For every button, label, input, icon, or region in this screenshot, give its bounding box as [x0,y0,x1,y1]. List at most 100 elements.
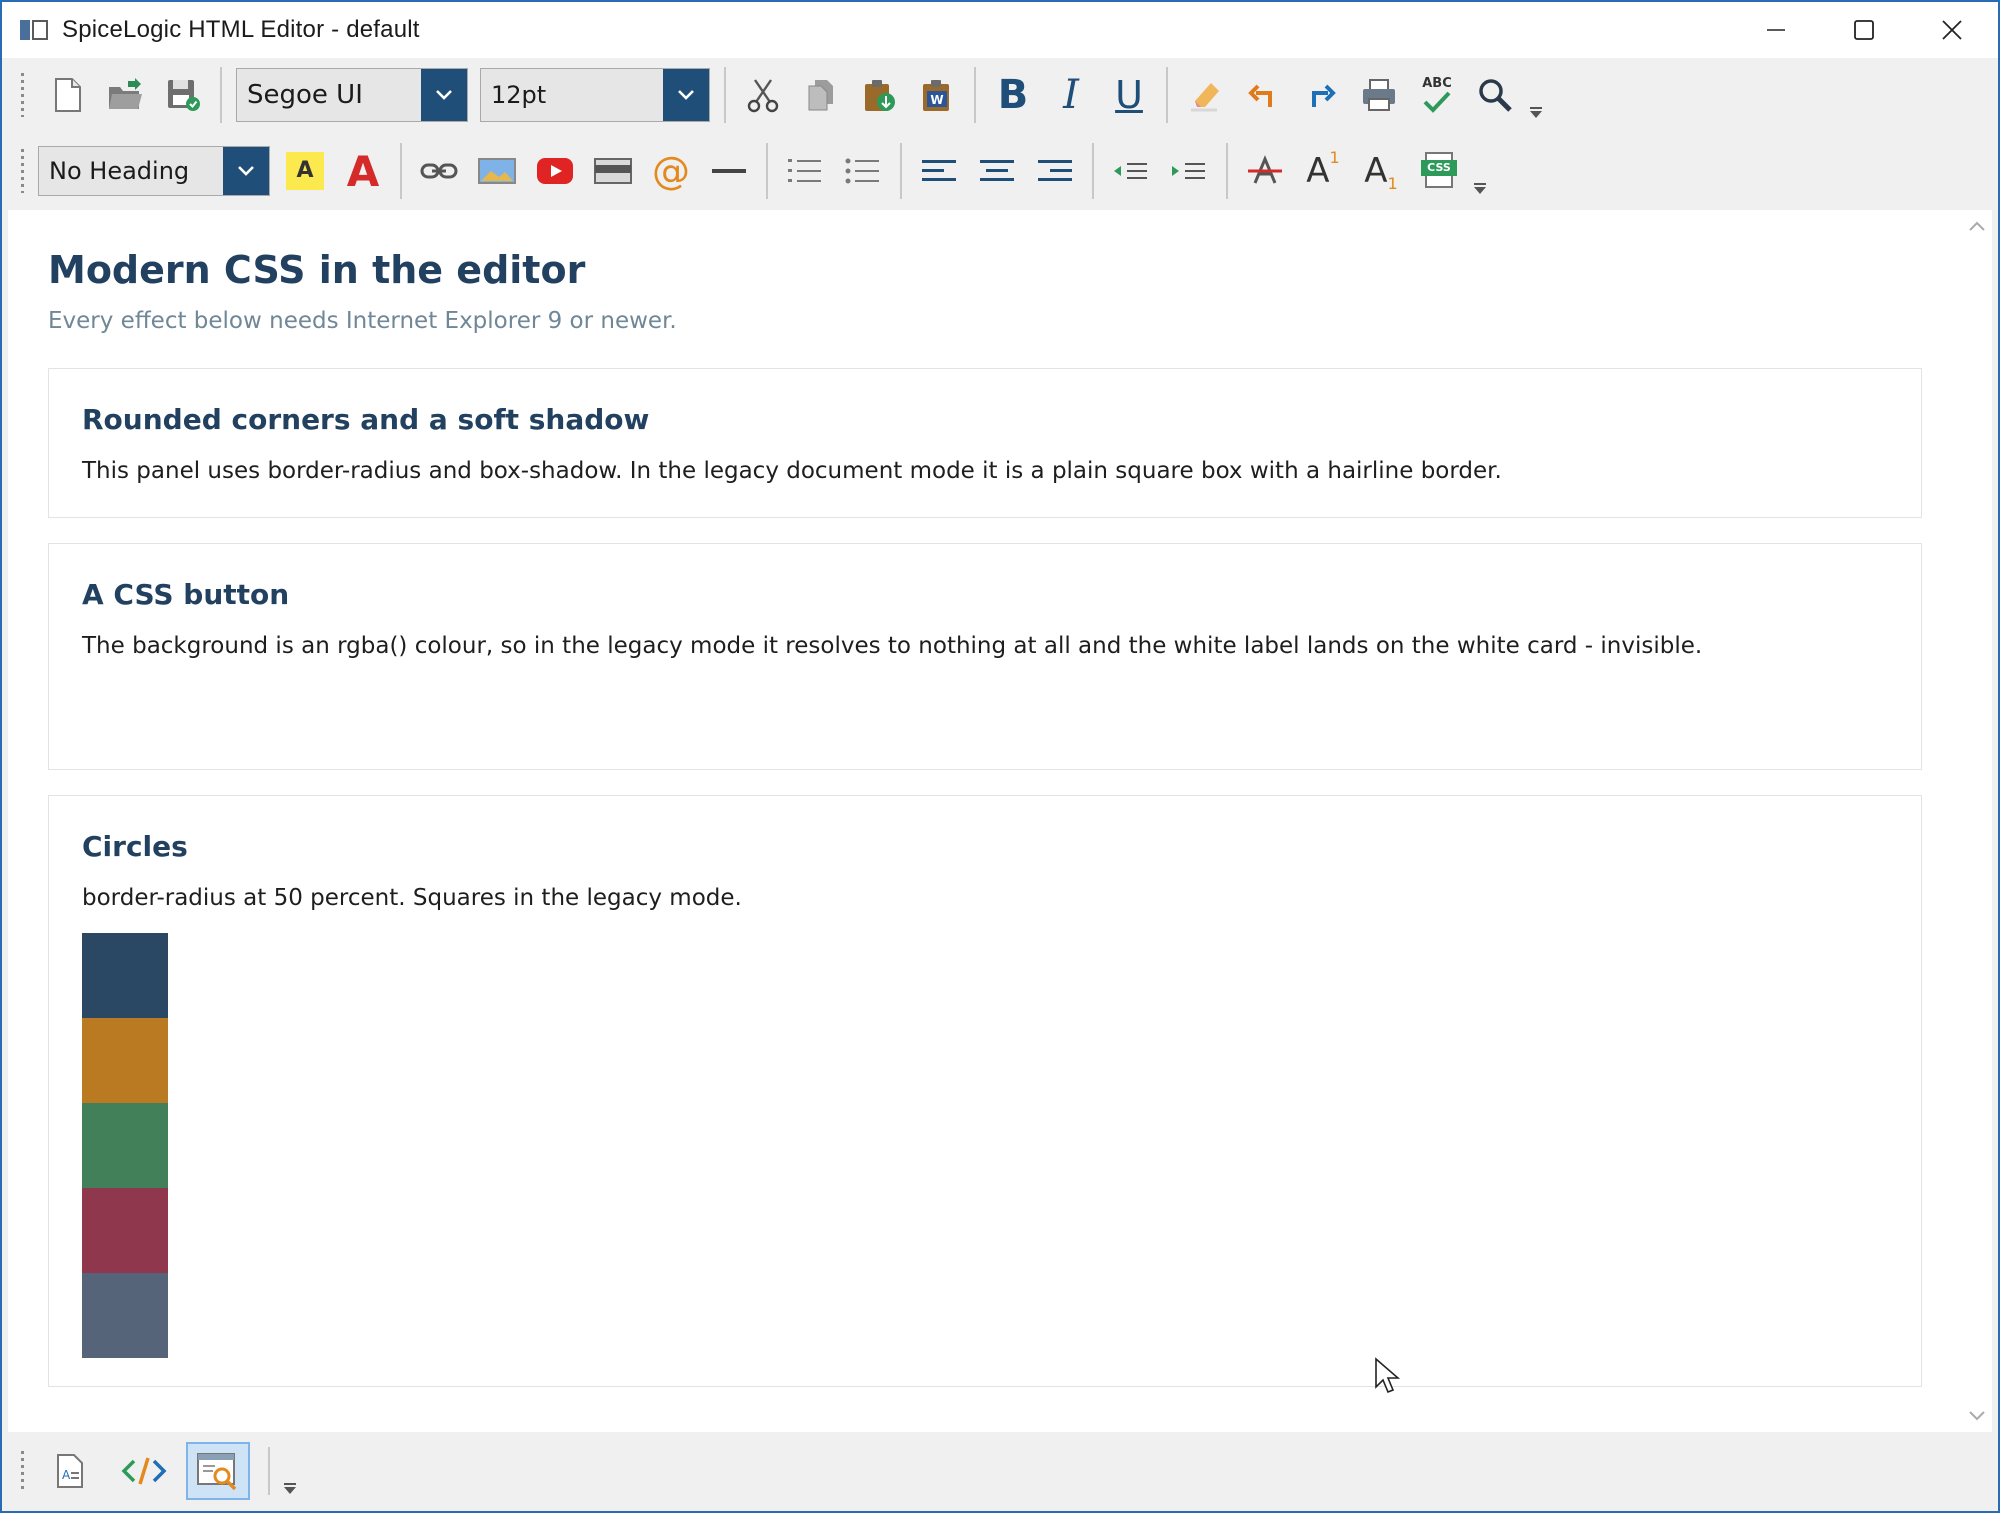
cut-button[interactable] [734,66,792,124]
font-family-select[interactable]: Segoe UI [236,68,468,122]
align-left-button[interactable] [910,142,968,200]
at-sign-icon: @ [652,149,690,193]
subscript-button[interactable]: A1 [1352,142,1410,200]
outdent-icon [1114,163,1147,179]
toolbar-grip[interactable] [18,149,28,193]
card-heading: Circles [82,829,188,863]
insert-email-button[interactable]: @ [642,142,700,200]
toolbar-overflow-button[interactable] [1468,142,1490,200]
close-button[interactable] [1908,2,1996,58]
toolbar-separator [724,67,726,123]
outdent-button[interactable] [1102,142,1160,200]
align-center-button[interactable] [968,142,1026,200]
css-icon-label: CSS [1421,160,1457,176]
toolbar-separator [1092,143,1094,199]
toolbar-grip[interactable] [18,73,28,117]
card-text: The background is an rgba() colour, so i… [82,632,1703,659]
insert-link-button[interactable] [410,142,468,200]
superscript-icon: A [1306,151,1330,191]
toolbar-separator [400,143,402,199]
undo-button[interactable] [1234,66,1292,124]
underline-icon: U [1115,73,1143,117]
chevron-down-icon[interactable] [663,69,709,121]
document-title: Modern CSS in the editor [48,248,586,292]
minimize-icon [1767,29,1785,31]
card-heading: A CSS button [82,577,290,611]
font-color-button[interactable]: A [334,142,392,200]
design-view-icon: A [57,1453,83,1488]
paste-button[interactable] [850,66,908,124]
toolbar-overflow-button[interactable] [278,1442,300,1500]
highlight-color-button[interactable]: A [276,142,334,200]
preview-view-button[interactable] [186,1441,250,1500]
bold-button[interactable]: B [984,66,1042,124]
toolbar-separator [1166,67,1168,123]
editor-area[interactable]: Modern CSS in the editor Every effect be… [8,210,1992,1432]
mouse-cursor-icon [1375,1357,1401,1394]
indent-button[interactable] [1160,142,1218,200]
subscript-icon: A [1364,151,1388,191]
indent-icon [1172,163,1205,179]
paste-icon [865,80,895,111]
toolbar-grip[interactable] [18,1450,28,1491]
css-button[interactable]: CSS [1410,142,1468,200]
maximize-button[interactable] [1820,2,1908,58]
spell-check-button[interactable]: ABC [1408,66,1466,124]
font-family-value: Segoe UI [247,80,363,110]
superscript-mark: 1 [1329,147,1340,167]
undo-icon [1248,84,1272,107]
subscript-mark: 1 [1387,173,1398,193]
vertical-scrollbar[interactable] [1960,210,1992,1432]
save-button[interactable] [154,66,212,124]
paste-from-word-button[interactable]: W [908,66,966,124]
heading-value: No Heading [49,157,190,185]
swatch-amber [82,1017,168,1103]
numbered-list-button[interactable] [776,142,834,200]
copy-button[interactable] [792,66,850,124]
code-icon [121,1456,167,1485]
insert-image-button[interactable] [468,142,526,200]
align-right-button[interactable] [1026,142,1084,200]
print-button[interactable] [1350,66,1408,124]
italic-button[interactable]: I [1042,66,1100,124]
bullet-list-icon [845,158,879,184]
redo-button[interactable] [1292,66,1350,124]
card-heading: Rounded corners and a soft shadow [82,402,650,436]
main-toolbar: Segoe UI 12pt W B I U ABC [4,60,1996,130]
clear-formatting-button[interactable] [1176,66,1234,124]
svg-text:A: A [62,1468,71,1482]
scroll-up-icon [1969,221,1985,231]
printer-icon [1363,79,1395,111]
card-text: border-radius at 50 percent. Squares in … [82,884,742,911]
chevron-down-icon[interactable] [223,147,269,195]
scissors-icon [747,79,779,113]
font-size-select[interactable]: 12pt [480,68,710,122]
title-bar: SpiceLogic HTML Editor - default [2,2,1998,58]
highlight-icon: A [286,152,324,190]
open-button[interactable] [96,66,154,124]
format-toolbar: No Heading A A @ A 1 A 1 CSS [4,136,1996,206]
align-center-icon [980,160,1014,181]
redo-icon [1312,84,1336,107]
card-circles: Circles border-radius at 50 percent. Squ… [48,794,1922,1387]
bullet-list-button[interactable] [834,142,892,200]
open-folder-icon [109,78,142,109]
insert-table-button[interactable] [584,142,642,200]
find-button[interactable] [1466,66,1524,124]
new-document-button[interactable] [38,66,96,124]
toolbar-overflow-button[interactable] [1524,66,1546,124]
heading-select[interactable]: No Heading [38,146,270,196]
toolbar-separator [900,143,902,199]
insert-video-button[interactable] [526,142,584,200]
underline-button[interactable]: U [1100,66,1158,124]
swatch-green [82,1102,168,1188]
strikethrough-button[interactable] [1236,142,1294,200]
minimize-button[interactable] [1732,2,1820,58]
align-right-icon [1038,160,1072,181]
chevron-down-icon[interactable] [421,69,467,121]
horizontal-rule-button[interactable] [700,142,758,200]
design-view-button[interactable]: A [38,1442,102,1500]
close-icon [1942,20,1962,40]
superscript-button[interactable]: A1 [1294,142,1352,200]
source-view-button[interactable] [112,1442,176,1500]
